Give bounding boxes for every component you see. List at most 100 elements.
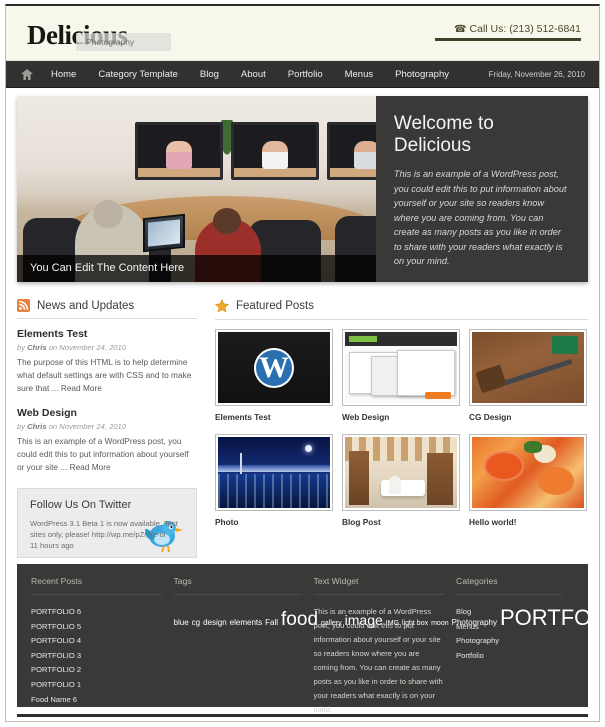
- list-item[interactable]: PORTFOLIO 2: [31, 663, 162, 678]
- wordpress-logo-image: W: [218, 332, 330, 403]
- nav-item-menus[interactable]: Menus: [334, 61, 385, 88]
- list-item[interactable]: Menus: [456, 620, 562, 635]
- laptop: [143, 213, 185, 253]
- nav-list: Home Category Template Blog About Portfo…: [40, 61, 460, 88]
- hero-slider[interactable]: You Can Edit The Content Here Welcome to…: [17, 96, 588, 282]
- news-column: News and Updates Elements Test by Chris …: [17, 299, 207, 558]
- nav-item-about[interactable]: About: [230, 61, 277, 88]
- recent-posts-list: PORTFOLIO 6 PORTFOLIO 5 PORTFOLIO 4 PORT…: [31, 605, 162, 707]
- list-item[interactable]: Blog: [456, 605, 562, 620]
- footer-widget-tags: Tags blue cg design elements Fall food gallery…: [173, 576, 599, 691]
- nav-item-blog[interactable]: Blog: [189, 61, 230, 88]
- featured-item[interactable]: Photo: [215, 434, 333, 527]
- garnish-greens: [524, 441, 542, 453]
- tag-link[interactable]: design: [203, 618, 227, 627]
- nav-item-portfolio[interactable]: Portfolio: [277, 61, 334, 88]
- featured-thumbnail[interactable]: [215, 434, 333, 511]
- featured-item-label[interactable]: Photo: [215, 517, 333, 527]
- video-screen-1: [135, 122, 223, 180]
- tweet-time: 11 hours ago: [30, 541, 74, 550]
- tag-link[interactable]: Fall: [265, 618, 278, 627]
- list-item[interactable]: PORTFOLIO 6: [31, 605, 162, 620]
- tag-link[interactable]: elements: [230, 618, 262, 627]
- list-item[interactable]: Photography: [456, 634, 562, 649]
- rss-icon: [17, 299, 30, 312]
- nav-dropdown-item-photography[interactable]: Photography: [76, 33, 171, 51]
- news-post-title[interactable]: Elements Test: [17, 328, 197, 340]
- nav-item-home[interactable]: Home: [40, 61, 87, 88]
- dining-chair: [389, 476, 401, 494]
- site-frame: Delicious ☎Call Us: (213) 512-6841 Home …: [5, 4, 600, 722]
- list-item[interactable]: PORTFOLIO 1: [31, 678, 162, 693]
- text-widget-body: This is an example of a WordPress post, …: [313, 607, 443, 714]
- nav-item-photography[interactable]: Photography: [384, 61, 460, 88]
- featured-section-header: Featured Posts: [215, 299, 588, 320]
- featured-item[interactable]: CG Design: [469, 329, 587, 422]
- cabinet-left: [349, 451, 369, 505]
- meta-on: on: [48, 422, 58, 431]
- video-screen-3: [327, 122, 376, 180]
- call-us-label: Call Us: (213) 512-6841: [469, 23, 581, 35]
- list-item[interactable]: Food Name 6: [31, 693, 162, 708]
- footer-widget-categories: Categories Blog Menus Photography Portfo…: [456, 576, 574, 691]
- slider-caption: You Can Edit The Content Here: [17, 255, 376, 282]
- list-item[interactable]: PORTFOLIO 3: [31, 649, 162, 664]
- city-night-skyline-image: [218, 437, 330, 508]
- widget-title-recent-posts: Recent Posts: [31, 576, 162, 595]
- list-item[interactable]: Portfolio: [456, 649, 562, 664]
- laptop-screen: [148, 219, 180, 247]
- news-post-meta: by Chris on November 24, 2010: [17, 422, 197, 431]
- slider-title: Welcome to Delicious: [393, 113, 494, 156]
- featured-item-label[interactable]: Blog Post: [342, 517, 460, 527]
- featured-item-label[interactable]: Elements Test: [215, 412, 333, 422]
- tag-link[interactable]: blue: [174, 618, 189, 627]
- news-post: Web Design by Chris on November 24, 2010…: [17, 407, 197, 474]
- star-icon: [215, 299, 229, 313]
- featured-item[interactable]: Web Design: [342, 329, 460, 422]
- call-us-underline: [435, 38, 581, 41]
- meta-author[interactable]: Chris: [27, 343, 46, 352]
- featured-item-label[interactable]: CG Design: [469, 412, 587, 422]
- crab-shell: [484, 451, 524, 481]
- widget-title-categories: Categories: [456, 576, 563, 595]
- news-post-excerpt: This is an example of a WordPress post, …: [17, 435, 197, 474]
- meta-author[interactable]: Chris: [27, 422, 46, 431]
- home-icon[interactable]: [14, 68, 40, 80]
- website-mockup-image: [345, 332, 457, 403]
- featured-thumbnail[interactable]: W: [215, 329, 333, 406]
- phone-icon: ☎: [454, 24, 467, 35]
- water-reflection: [218, 473, 330, 508]
- featured-item[interactable]: Hello world!: [469, 434, 587, 527]
- footer-widget-recent-posts: Recent Posts PORTFOLIO 6 PORTFOLIO 5 POR…: [31, 576, 174, 704]
- widget-title-text: Text Widget: [313, 576, 445, 595]
- widget-title-tags: Tags: [173, 576, 302, 595]
- screen-person: [354, 141, 376, 169]
- featured-item-label[interactable]: Web Design: [342, 412, 460, 422]
- featured-item[interactable]: W Elements Test: [215, 329, 333, 422]
- featured-thumbnail[interactable]: [469, 329, 587, 406]
- news-post-title[interactable]: Web Design: [17, 407, 197, 419]
- news-section-header: News and Updates: [17, 299, 197, 319]
- nav-item-category-template[interactable]: Category Template: [87, 61, 189, 88]
- featured-thumbnail[interactable]: [469, 434, 587, 511]
- featured-column: Featured Posts W Elements Test Web Desig…: [207, 299, 588, 558]
- tag-link[interactable]: cg: [192, 618, 200, 627]
- featured-item-label[interactable]: Hello world!: [469, 517, 587, 527]
- read-more-link[interactable]: ... Read More: [52, 383, 102, 393]
- hero-image-conference-room[interactable]: You Can Edit The Content Here: [17, 96, 376, 282]
- slider-body: This is an example of a WordPress post, …: [393, 169, 567, 266]
- tag-link[interactable]: food: [281, 609, 318, 630]
- wordpress-mark: W: [254, 347, 294, 388]
- news-post: Elements Test by Chris on November 24, 2…: [17, 328, 197, 395]
- featured-thumbnail[interactable]: [342, 434, 460, 511]
- list-item[interactable]: PORTFOLIO 5: [31, 620, 162, 635]
- featured-section-title: Featured Posts: [236, 300, 314, 312]
- featured-thumbnail[interactable]: [342, 329, 460, 406]
- list-item[interactable]: PORTFOLIO 4: [31, 634, 162, 649]
- tweet-body[interactable]: WordPress 3.1 Beta 1 is now available. T…: [30, 519, 178, 539]
- main-navigation[interactable]: Home Category Template Blog About Portfo…: [6, 61, 599, 88]
- meta-date: November 24, 2010: [59, 343, 126, 352]
- read-more-link[interactable]: ... Read More: [60, 462, 110, 472]
- featured-item[interactable]: Blog Post: [342, 434, 460, 527]
- slider-text-panel: Welcome to Delicious This is an example …: [375, 96, 588, 282]
